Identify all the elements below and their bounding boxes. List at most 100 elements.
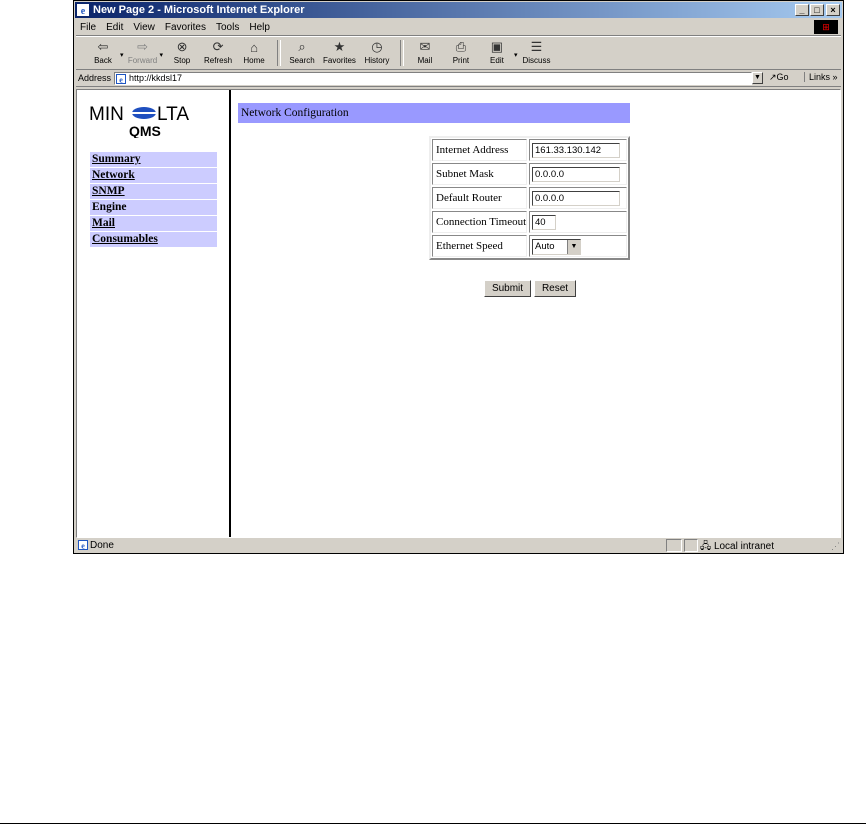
home-label: Home: [243, 56, 265, 65]
default-router-label: Default Router: [432, 187, 527, 209]
default-router-input[interactable]: 0.0.0.0: [532, 191, 620, 206]
home-icon: ⌂: [250, 39, 258, 55]
links-button[interactable]: Links »: [804, 72, 838, 82]
forward-arrow-icon: ⇨: [137, 39, 148, 54]
chevron-down-icon: ▼: [567, 240, 580, 254]
address-url: http://kkdsl17: [129, 72, 183, 83]
browser-window: e New Page 2 - Microsoft Internet Explor…: [73, 0, 844, 554]
navigation-frame: MIN LTA QMS Summary Network SNMP Engine …: [77, 90, 231, 537]
ethernet-speed-select[interactable]: Auto ▼: [532, 239, 581, 255]
reset-button[interactable]: Reset: [534, 280, 576, 297]
ethernet-speed-label: Ethernet Speed: [432, 235, 527, 257]
internet-address-label: Internet Address: [432, 139, 527, 161]
nav-consumables[interactable]: Consumables: [90, 232, 217, 247]
history-button[interactable]: ◷ History: [362, 37, 392, 65]
go-button[interactable]: ↗Go: [769, 72, 789, 83]
intranet-icon: 🖧: [700, 541, 712, 552]
svg-text:e: e: [119, 75, 123, 84]
search-label: Search: [289, 56, 315, 65]
svg-text:QMS: QMS: [129, 123, 161, 138]
menu-view[interactable]: View: [128, 22, 160, 33]
submit-button[interactable]: Submit: [484, 280, 531, 297]
print-label: Print: [452, 56, 470, 65]
minolta-qms-logo: MIN LTA QMS: [89, 104, 189, 138]
print-icon: ⎙: [455, 39, 467, 54]
go-label: Go: [776, 72, 789, 82]
svg-text:LTA: LTA: [157, 104, 189, 125]
security-zone: 🖧 Local intranet: [700, 539, 774, 556]
menu-help[interactable]: Help: [244, 22, 275, 33]
edit-button[interactable]: ▣ Edit: [482, 37, 512, 65]
back-label: Back: [94, 56, 112, 65]
history-label: History: [364, 56, 390, 65]
refresh-button[interactable]: ⟳ Refresh: [203, 37, 233, 65]
nav-snmp[interactable]: SNMP: [90, 184, 217, 199]
ie-icon: e: [77, 4, 89, 16]
table-row: Connection Timeout 40: [431, 210, 628, 234]
main-frame: Network Configuration Internet Address 1…: [232, 90, 840, 537]
back-button[interactable]: ⇦ Back: [88, 37, 118, 65]
search-button[interactable]: ⌕ Search: [287, 37, 317, 65]
home-button[interactable]: ⌂ Home: [239, 37, 269, 66]
mail-button[interactable]: ✉ Mail: [410, 37, 440, 65]
favorites-icon: ★: [333, 39, 346, 54]
menu-favorites[interactable]: Favorites: [160, 22, 211, 33]
back-dropdown-icon[interactable]: ▾: [120, 51, 124, 59]
address-label: Address: [78, 73, 112, 83]
forward-label: Forward: [127, 56, 158, 65]
page-done-icon: e: [78, 540, 88, 550]
table-row: Default Router 0.0.0.0: [431, 186, 628, 210]
stop-label: Stop: [173, 56, 191, 65]
maximize-button[interactable]: □: [810, 4, 824, 16]
forward-dropdown-icon[interactable]: ▾: [160, 51, 164, 59]
status-pane: [684, 539, 698, 552]
table-row: Internet Address 161.33.130.142: [431, 138, 628, 162]
close-button[interactable]: ×: [826, 4, 840, 16]
favorites-label: Favorites: [323, 56, 356, 65]
favorites-button[interactable]: ★ Favorites: [323, 37, 356, 65]
nav-summary[interactable]: Summary: [90, 152, 217, 167]
page-content: MIN LTA QMS Summary Network SNMP Engine …: [76, 89, 841, 538]
menu-tools[interactable]: Tools: [211, 22, 244, 33]
status-pane: [666, 539, 682, 552]
page-bottom-rule: [0, 823, 866, 824]
subnet-mask-input[interactable]: 0.0.0.0: [532, 167, 620, 182]
address-dropdown-icon[interactable]: ▼: [752, 72, 763, 84]
nav-mail[interactable]: Mail: [90, 216, 217, 231]
page-icon: e: [116, 73, 127, 84]
zone-label: Local intranet: [713, 541, 774, 552]
nav-menu: Summary Network SNMP Engine Mail Consuma…: [90, 152, 217, 248]
window-title: New Page 2 - Microsoft Internet Explorer: [93, 4, 305, 16]
discuss-button[interactable]: ☰ Discuss: [521, 37, 551, 65]
toolbar-separator: [277, 40, 282, 66]
discuss-icon: ☰: [530, 39, 543, 54]
address-input[interactable]: e http://kkdsl17: [114, 71, 753, 85]
svg-text:MIN: MIN: [89, 104, 124, 125]
network-config-table: Internet Address 161.33.130.142 Subnet M…: [429, 136, 630, 260]
menu-edit[interactable]: Edit: [101, 22, 128, 33]
connection-timeout-input[interactable]: 40: [532, 215, 556, 230]
edit-dropdown-icon[interactable]: ▾: [514, 51, 518, 59]
minimize-button[interactable]: _: [795, 4, 809, 16]
print-button[interactable]: ⎙ Print: [446, 37, 476, 65]
discuss-label: Discuss: [522, 56, 551, 65]
nav-engine[interactable]: Engine: [90, 200, 217, 215]
refresh-label: Refresh: [204, 56, 233, 65]
mail-icon: ✉: [419, 39, 431, 54]
standard-toolbar: ⇦ Back ▾ ⇨ Forward ▾ ⊗ Stop ⟳ Refresh ⌂ …: [76, 36, 841, 70]
menu-file[interactable]: File: [76, 22, 101, 33]
subnet-mask-label: Subnet Mask: [432, 163, 527, 185]
svg-text:e: e: [81, 542, 85, 551]
back-arrow-icon: ⇦: [97, 39, 109, 54]
internet-address-input[interactable]: 161.33.130.142: [532, 143, 620, 158]
edit-label: Edit: [490, 56, 504, 65]
connection-timeout-label: Connection Timeout: [432, 211, 527, 233]
stop-button[interactable]: ⊗ Stop: [167, 37, 197, 65]
status-text: Done: [90, 540, 114, 551]
forward-button[interactable]: ⇨ Forward: [128, 37, 158, 65]
search-icon: ⌕: [298, 39, 306, 54]
resize-grip-icon[interactable]: ⋰: [831, 541, 840, 552]
menu-bar: File Edit View Favorites Tools Help ⊞: [76, 19, 841, 36]
nav-network[interactable]: Network: [90, 168, 217, 183]
address-bar: Address e http://kkdsl17 ▼ ↗Go Links »: [76, 70, 841, 87]
